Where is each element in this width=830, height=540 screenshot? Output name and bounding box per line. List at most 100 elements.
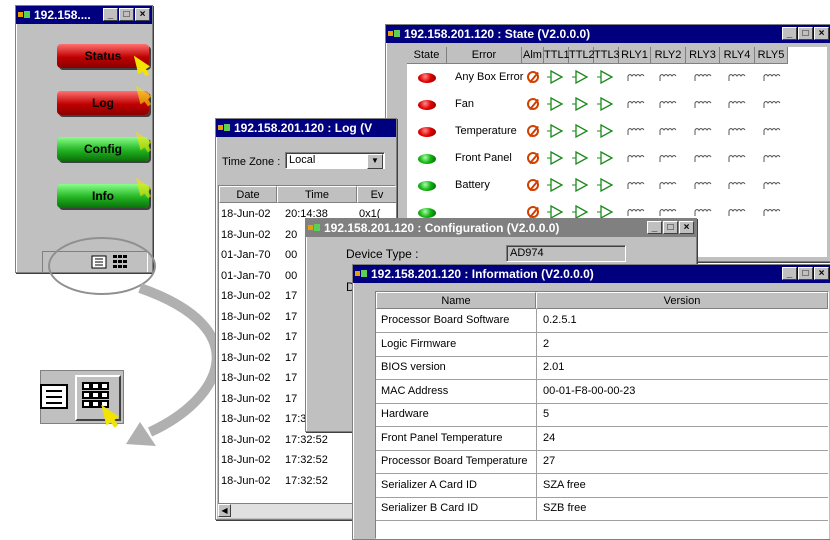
info-name: MAC Address xyxy=(381,384,449,397)
info-row: Logic Firmware 2 xyxy=(376,332,828,357)
ttl-buffer-icon[interactable] xyxy=(597,151,615,165)
relay-icon[interactable] xyxy=(694,127,712,137)
ttl-buffer-icon[interactable] xyxy=(572,205,590,219)
state-col-header[interactable]: RLY1 xyxy=(619,47,651,64)
relay-icon[interactable] xyxy=(763,127,781,137)
relay-icon[interactable] xyxy=(694,73,712,83)
minimize-icon[interactable]: _ xyxy=(782,267,797,280)
log-time: 17 xyxy=(285,372,298,384)
state-col-header[interactable]: State xyxy=(407,47,447,64)
relay-icon[interactable] xyxy=(763,73,781,83)
chevron-down-icon[interactable]: ▼ xyxy=(367,154,383,169)
timezone-select[interactable]: Local ▼ xyxy=(285,152,385,169)
relay-icon[interactable] xyxy=(763,100,781,110)
relay-icon[interactable] xyxy=(659,127,677,137)
state-led xyxy=(418,73,436,83)
ttl-buffer-icon[interactable] xyxy=(547,151,565,165)
state-col-header[interactable]: Alm xyxy=(522,47,544,64)
relay-icon[interactable] xyxy=(627,100,645,110)
alarm-off-icon[interactable] xyxy=(527,206,539,218)
ttl-buffer-icon[interactable] xyxy=(572,70,590,84)
minimize-icon[interactable]: _ xyxy=(782,27,797,40)
ttl-buffer-icon[interactable] xyxy=(597,97,615,111)
config-titlebar[interactable]: 192.158.201.120 : Configuration (V2.0.0.… xyxy=(306,219,696,237)
relay-icon[interactable] xyxy=(728,73,746,83)
alarm-off-icon[interactable] xyxy=(527,125,539,137)
relay-icon[interactable] xyxy=(728,181,746,191)
relay-icon[interactable] xyxy=(763,181,781,191)
maximize-icon[interactable]: □ xyxy=(663,221,678,234)
log-time: 17:32:52 xyxy=(285,454,328,466)
close-icon[interactable]: × xyxy=(814,267,829,280)
relay-icon[interactable] xyxy=(627,127,645,137)
alarm-off-icon[interactable] xyxy=(527,179,539,191)
relay-icon[interactable] xyxy=(627,208,645,218)
ttl-buffer-icon[interactable] xyxy=(597,124,615,138)
relay-icon[interactable] xyxy=(694,181,712,191)
relay-icon[interactable] xyxy=(627,181,645,191)
info-col-header-version[interactable]: Version xyxy=(536,292,828,309)
log-date: 18-Jun-02 xyxy=(221,290,271,302)
alarm-off-icon[interactable] xyxy=(527,98,539,110)
relay-icon[interactable] xyxy=(728,100,746,110)
alarm-off-icon[interactable] xyxy=(527,71,539,83)
column-divider xyxy=(536,309,537,332)
log-title: 192.158.201.120 : Log (V xyxy=(234,121,373,135)
info-titlebar[interactable]: 192.158.201.120 : Information (V2.0.0.0)… xyxy=(353,265,830,283)
relay-icon[interactable] xyxy=(659,100,677,110)
maximize-icon[interactable]: □ xyxy=(798,267,813,280)
relay-icon[interactable] xyxy=(627,154,645,164)
ttl-buffer-icon[interactable] xyxy=(547,70,565,84)
state-col-header[interactable]: TTL1 xyxy=(544,47,570,64)
relay-icon[interactable] xyxy=(659,208,677,218)
info-col-header-name[interactable]: Name xyxy=(376,292,536,309)
state-col-header[interactable]: TTL2 xyxy=(569,47,595,64)
relay-icon[interactable] xyxy=(728,208,746,218)
ttl-buffer-icon[interactable] xyxy=(572,97,590,111)
app-icon xyxy=(355,270,367,278)
log-col-header[interactable]: Date xyxy=(219,186,277,203)
alarm-off-icon[interactable] xyxy=(527,152,539,164)
ttl-buffer-icon[interactable] xyxy=(547,124,565,138)
ttl-buffer-icon[interactable] xyxy=(572,124,590,138)
relay-icon[interactable] xyxy=(728,154,746,164)
ttl-buffer-icon[interactable] xyxy=(547,97,565,111)
scroll-left-icon[interactable]: ◀ xyxy=(218,504,231,517)
state-col-header[interactable]: RLY5 xyxy=(755,47,788,64)
log-titlebar[interactable]: 192.158.201.120 : Log (V xyxy=(216,119,396,137)
log-col-header[interactable]: Ev xyxy=(357,186,396,203)
state-titlebar[interactable]: 192.158.201.120 : State (V2.0.0.0) _ □ × xyxy=(386,25,830,43)
ttl-buffer-icon[interactable] xyxy=(597,205,615,219)
close-icon[interactable]: × xyxy=(679,221,694,234)
relay-icon[interactable] xyxy=(694,208,712,218)
state-col-header[interactable]: RLY3 xyxy=(686,47,720,64)
relay-icon[interactable] xyxy=(728,127,746,137)
state-col-header[interactable]: RLY2 xyxy=(651,47,686,64)
ttl-buffer-icon[interactable] xyxy=(547,178,565,192)
relay-icon[interactable] xyxy=(659,154,677,164)
ttl-buffer-icon[interactable] xyxy=(572,178,590,192)
info-name: Logic Firmware xyxy=(381,337,457,350)
relay-icon[interactable] xyxy=(627,73,645,83)
log-col-header[interactable]: Time xyxy=(277,186,357,203)
ttl-buffer-icon[interactable] xyxy=(572,151,590,165)
state-col-header[interactable]: TTL3 xyxy=(594,47,620,64)
close-icon[interactable]: × xyxy=(814,27,829,40)
ttl-buffer-icon[interactable] xyxy=(597,178,615,192)
state-col-header[interactable]: RLY4 xyxy=(720,47,755,64)
minimize-icon[interactable]: _ xyxy=(647,221,662,234)
state-col-header[interactable]: Error xyxy=(447,47,522,64)
config-title: 192.158.201.120 : Configuration (V2.0.0.… xyxy=(324,221,560,235)
relay-icon[interactable] xyxy=(694,100,712,110)
maximize-icon[interactable]: □ xyxy=(798,27,813,40)
relay-icon[interactable] xyxy=(659,181,677,191)
log-time: 00 xyxy=(285,249,298,261)
relay-icon[interactable] xyxy=(659,73,677,83)
ttl-buffer-icon[interactable] xyxy=(597,70,615,84)
relay-icon[interactable] xyxy=(694,154,712,164)
ttl-buffer-icon[interactable] xyxy=(547,205,565,219)
device-type-field[interactable]: AD974 xyxy=(506,245,626,262)
relay-icon[interactable] xyxy=(763,208,781,218)
relay-icon[interactable] xyxy=(763,154,781,164)
info-row: Processor Board Software 0.2.5.1 xyxy=(376,309,828,333)
